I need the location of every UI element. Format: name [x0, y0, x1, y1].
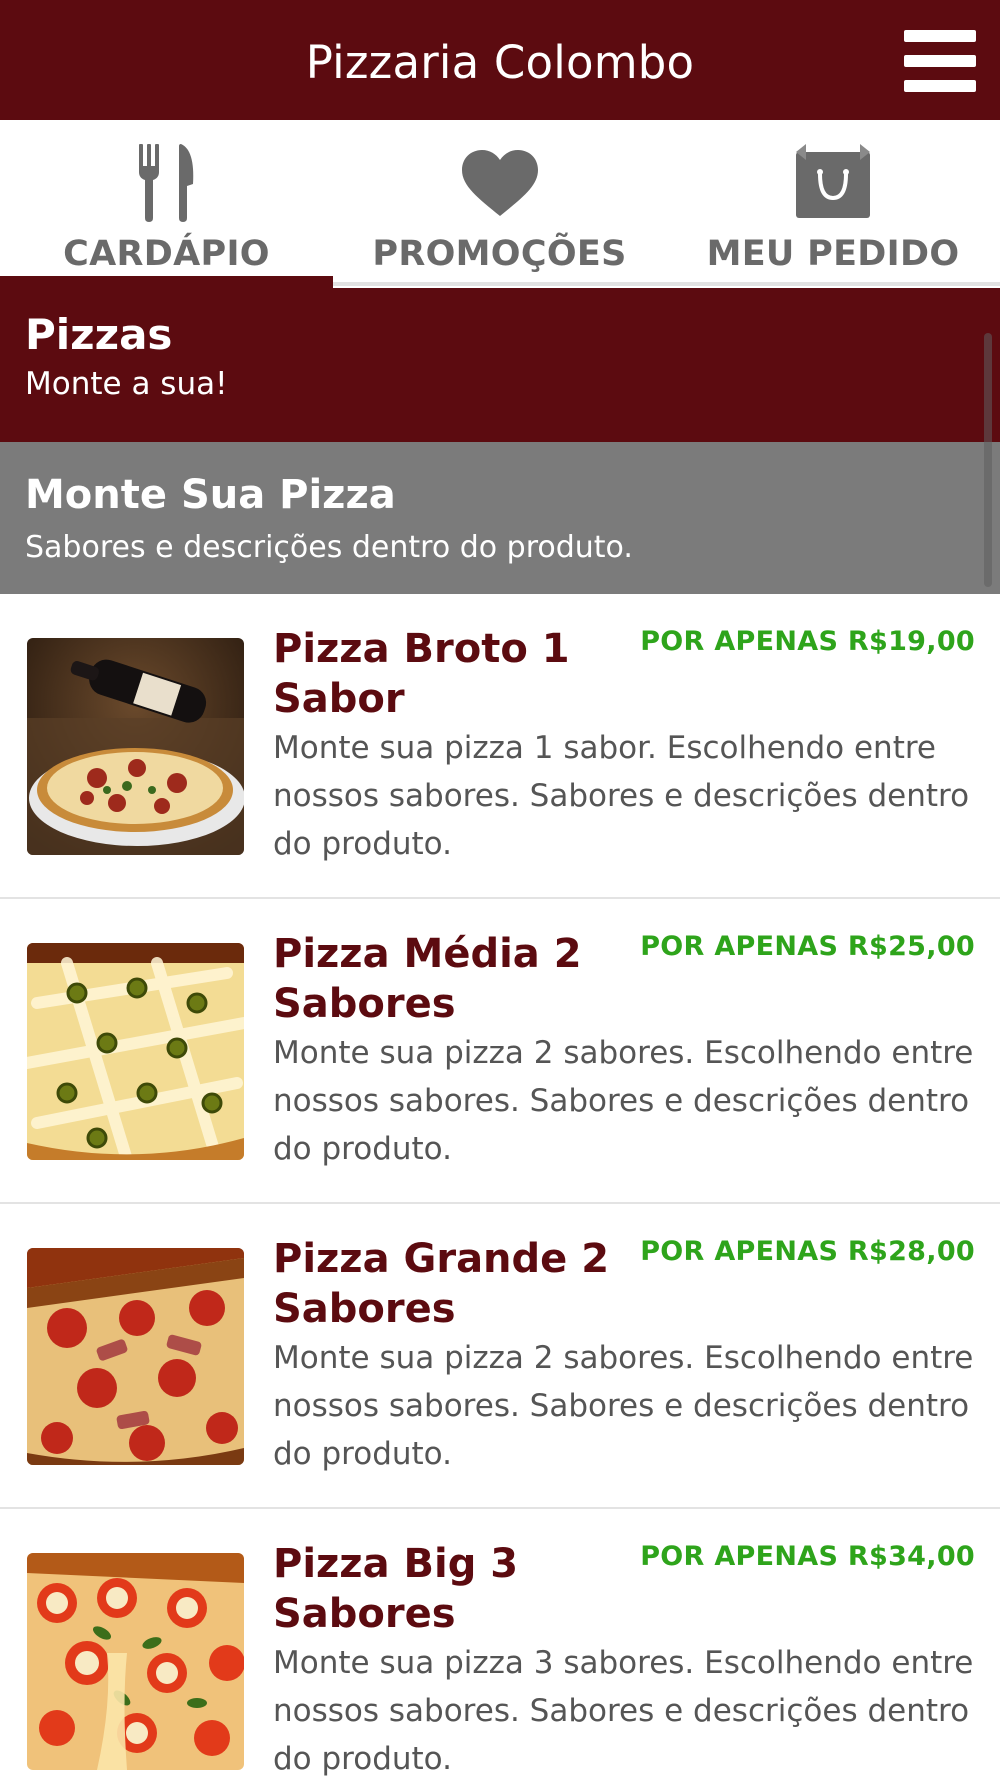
- subcategory-subtitle: Sabores e descrições dentro do produto.: [25, 530, 633, 565]
- item-title: Pizza Grande 2 Sabores: [273, 1236, 610, 1332]
- item-description: Monte sua pizza 2 sabores. Escolhendo en…: [273, 1340, 974, 1472]
- item-description: Monte sua pizza 1 sabor. Escolhendo entr…: [273, 730, 970, 862]
- list-item[interactable]: Pizza Média 2 Sabores POR APENAS R$25,00…: [0, 899, 1000, 1204]
- tab-meu-pedido[interactable]: MEU PEDIDO: [666, 120, 1000, 288]
- item-title: Pizza Média 2 Sabores: [273, 931, 582, 1027]
- heart-icon: [461, 150, 538, 216]
- pizza-with-wine-photo: [27, 638, 244, 855]
- category-title: Pizzas: [25, 310, 173, 359]
- scrollbar[interactable]: [984, 333, 992, 587]
- item-price: POR APENAS R$19,00: [640, 626, 975, 657]
- list-item[interactable]: Pizza Big 3 Sabores POR APENAS R$34,00 M…: [0, 1509, 1000, 1778]
- cheese-olive-pizza-photo: [27, 943, 244, 1160]
- hamburger-menu-icon[interactable]: [904, 30, 976, 92]
- item-price: POR APENAS R$34,00: [640, 1541, 975, 1572]
- item-title: Pizza Broto 1 Sabor: [273, 626, 570, 722]
- item-price: POR APENAS R$25,00: [640, 931, 975, 962]
- subcategory-title: Monte Sua Pizza: [25, 472, 396, 518]
- app-bar: Pizzaria Colombo: [0, 0, 1000, 120]
- margherita-pizza-photo: [27, 1553, 244, 1770]
- pepperoni-tomato-pizza-photo: [27, 1248, 244, 1465]
- list-item[interactable]: Pizza Grande 2 Sabores POR APENAS R$28,0…: [0, 1204, 1000, 1509]
- category-header: Pizzas Monte a sua!: [0, 288, 1000, 442]
- tab-promocoes[interactable]: PROMOÇÕES: [333, 120, 666, 288]
- shopping-bag-icon: [796, 144, 870, 218]
- tab-divider: [333, 282, 1000, 286]
- active-tab-indicator: [0, 276, 333, 288]
- item-title: Pizza Big 3 Sabores: [273, 1541, 519, 1637]
- list-item[interactable]: Pizza Broto 1 Sabor POR APENAS R$19,00 M…: [0, 594, 1000, 899]
- item-price: POR APENAS R$28,00: [640, 1236, 975, 1267]
- item-description: Monte sua pizza 3 sabores. Escolhendo en…: [273, 1645, 974, 1777]
- tab-label: CARDÁPIO: [63, 234, 270, 274]
- tab-label: MEU PEDIDO: [706, 234, 960, 274]
- item-description: Monte sua pizza 2 sabores. Escolhendo en…: [273, 1035, 974, 1167]
- category-subtitle: Monte a sua!: [25, 366, 228, 402]
- subcategory-header[interactable]: Monte Sua Pizza Sabores e descrições den…: [0, 442, 1000, 594]
- app-title: Pizzaria Colombo: [305, 36, 695, 89]
- tab-label: PROMOÇÕES: [372, 234, 627, 274]
- tab-cardapio[interactable]: CARDÁPIO: [0, 120, 333, 288]
- utensils-icon: [138, 144, 193, 222]
- tab-bar: CARDÁPIO PROMOÇÕES MEU PEDIDO: [0, 120, 1000, 288]
